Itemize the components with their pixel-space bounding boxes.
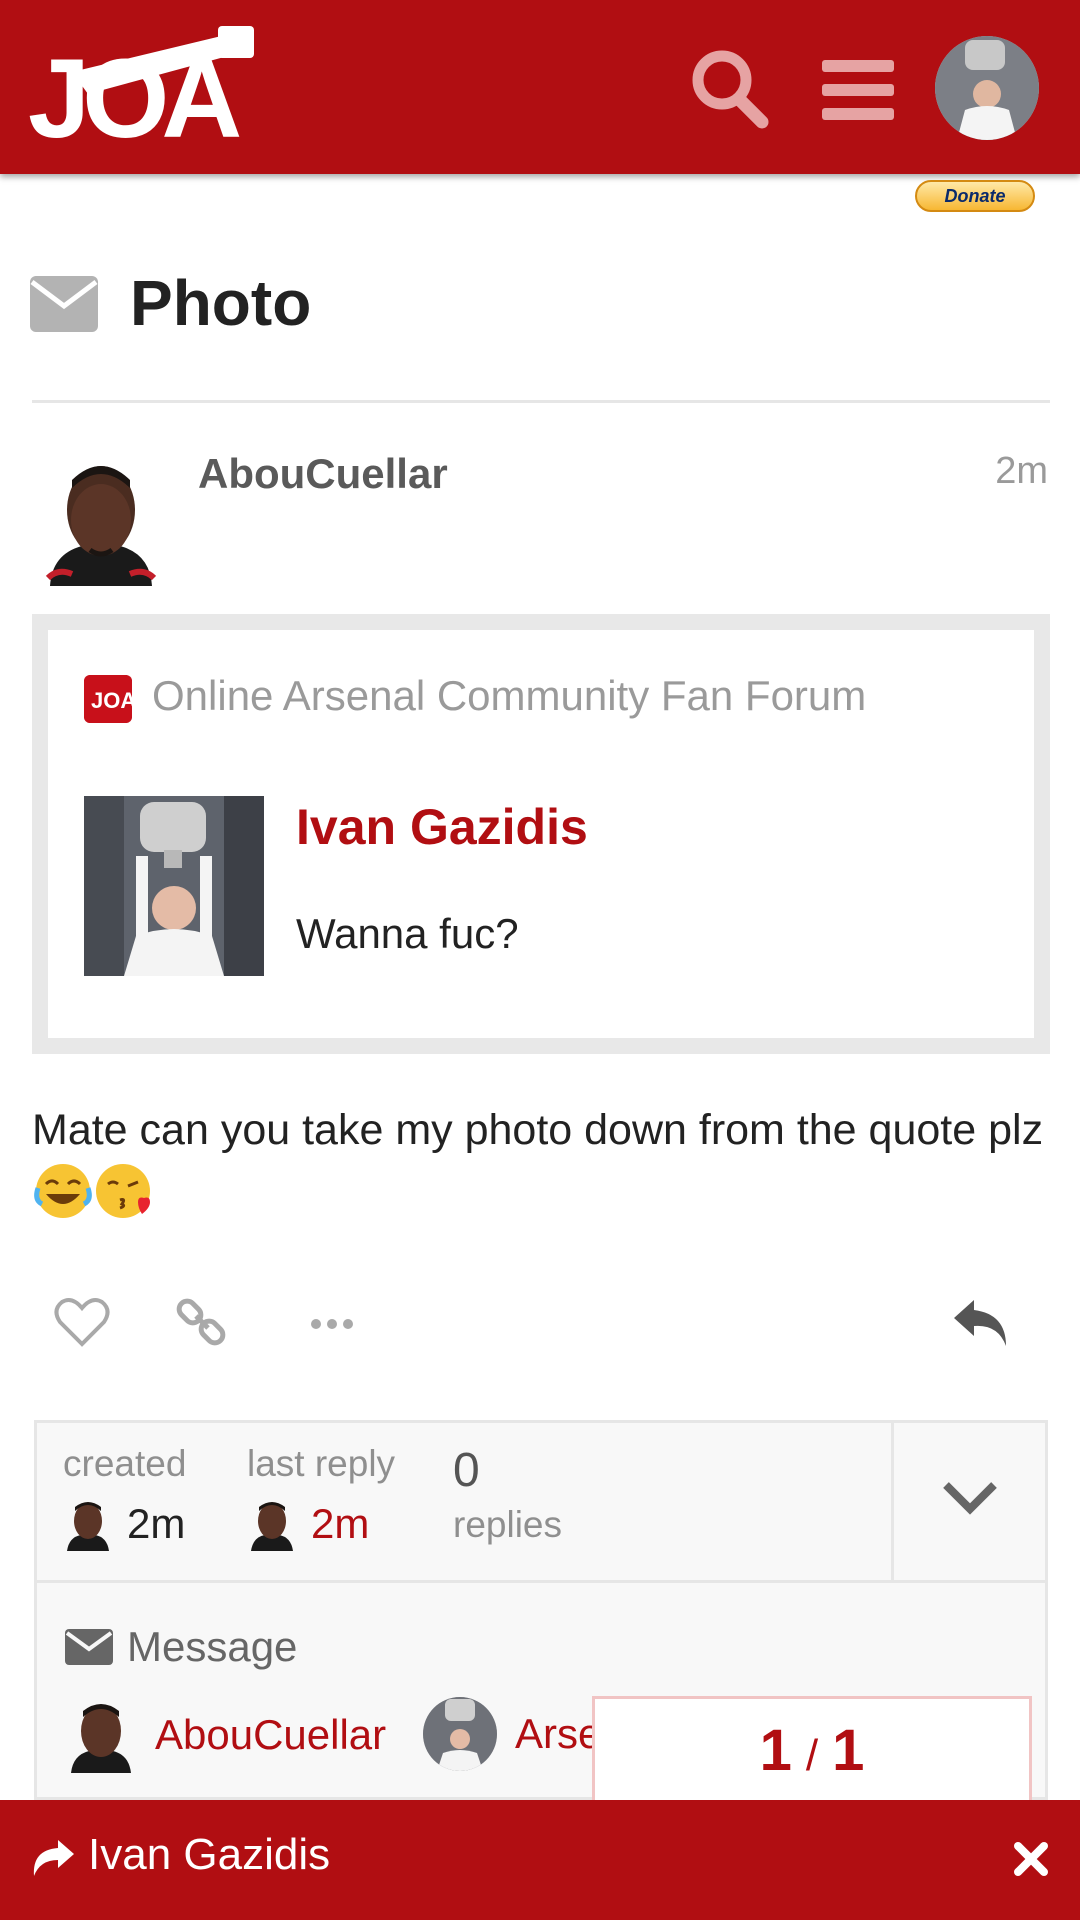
progress-separator: / bbox=[805, 1731, 819, 1780]
site-logo[interactable]: JOA bbox=[28, 22, 268, 144]
post-timestamp[interactable]: 2m bbox=[995, 450, 1048, 493]
onebox-thumbnail[interactable] bbox=[84, 796, 264, 976]
reply-target[interactable]: Ivan Gazidis bbox=[88, 1830, 330, 1880]
replies-label: replies bbox=[453, 1504, 562, 1545]
joy-emoji bbox=[34, 1164, 92, 1218]
poster-username[interactable]: AbouCuellar bbox=[198, 450, 448, 498]
topic-progress[interactable]: 1 / 1 bbox=[592, 1696, 1032, 1806]
post-text: Mate can you take my photo down from the… bbox=[32, 1106, 1044, 1154]
last-reply-label: last reply bbox=[247, 1443, 396, 1484]
divider bbox=[32, 400, 1050, 403]
message-label: Message bbox=[127, 1623, 298, 1670]
close-icon[interactable] bbox=[1014, 1842, 1048, 1876]
more-icon[interactable] bbox=[310, 1314, 354, 1334]
created-label: created bbox=[63, 1443, 187, 1484]
last-reply-stat[interactable]: last reply 2m bbox=[247, 1443, 395, 1551]
onebox-title[interactable]: Ivan Gazidis bbox=[296, 798, 588, 856]
participant-item[interactable]: Arse bbox=[423, 1697, 601, 1771]
created-value: 2m bbox=[127, 1500, 186, 1547]
progress-current: 1 bbox=[759, 1718, 792, 1783]
onebox-excerpt: Wanna fuc? bbox=[296, 910, 519, 957]
like-icon[interactable] bbox=[54, 1294, 110, 1350]
share-arrow-icon bbox=[33, 1840, 74, 1876]
reply-bar[interactable]: Ivan Gazidis bbox=[0, 1800, 1080, 1920]
progress-total: 1 bbox=[832, 1718, 865, 1783]
participant-item[interactable]: AbouCuellar bbox=[65, 1697, 386, 1773]
site-favicon: JOA bbox=[84, 675, 132, 723]
user-avatar[interactable] bbox=[935, 36, 1039, 140]
onebox-card: JOA Online Arsenal Community Fan Forum I… bbox=[48, 630, 1034, 1038]
quote-onebox[interactable]: JOA Online Arsenal Community Fan Forum I… bbox=[32, 614, 1050, 1054]
replies-stat: 0 replies bbox=[453, 1443, 562, 1546]
replies-count: 0 bbox=[453, 1444, 480, 1497]
message-participants: Message AbouCuellar Arse bbox=[65, 1623, 601, 1773]
message-heading: Message bbox=[65, 1623, 297, 1671]
app-header: JOA bbox=[0, 0, 1080, 174]
link-icon[interactable] bbox=[176, 1296, 228, 1348]
onebox-site-name[interactable]: Online Arsenal Community Fan Forum bbox=[152, 672, 866, 720]
page-title: Photo bbox=[130, 267, 312, 339]
chevron-down-icon bbox=[943, 1482, 997, 1515]
post-body: Mate can you take my photo down from the… bbox=[32, 1098, 1050, 1228]
search-icon[interactable] bbox=[690, 48, 770, 130]
participant-name[interactable]: Arse bbox=[515, 1710, 601, 1758]
svg-text:JOA: JOA bbox=[28, 36, 239, 144]
kissing-heart-emoji bbox=[96, 1164, 150, 1218]
poster-avatar[interactable] bbox=[42, 450, 160, 586]
last-replier-avatar bbox=[251, 1502, 293, 1551]
created-stat[interactable]: created 2m bbox=[63, 1443, 186, 1551]
donate-button[interactable]: Donate bbox=[915, 180, 1035, 212]
menu-icon[interactable] bbox=[822, 58, 894, 122]
topic-title-row: Photo bbox=[30, 262, 1050, 344]
envelope-icon bbox=[30, 276, 98, 332]
expand-topic-map-button[interactable] bbox=[891, 1423, 1045, 1580]
last-reply-value[interactable]: 2m bbox=[311, 1500, 369, 1548]
reply-icon[interactable] bbox=[952, 1296, 1010, 1348]
participant-avatar bbox=[423, 1697, 497, 1771]
creator-avatar bbox=[67, 1502, 109, 1551]
participant-name[interactable]: AbouCuellar bbox=[155, 1711, 386, 1759]
svg-text:JOA: JOA bbox=[91, 688, 132, 713]
post-actions bbox=[32, 1290, 1050, 1360]
topic-map-summary[interactable]: created 2m last reply 2m 0 replies bbox=[37, 1423, 1045, 1583]
envelope-icon bbox=[65, 1629, 113, 1665]
participant-avatar bbox=[71, 1704, 131, 1773]
